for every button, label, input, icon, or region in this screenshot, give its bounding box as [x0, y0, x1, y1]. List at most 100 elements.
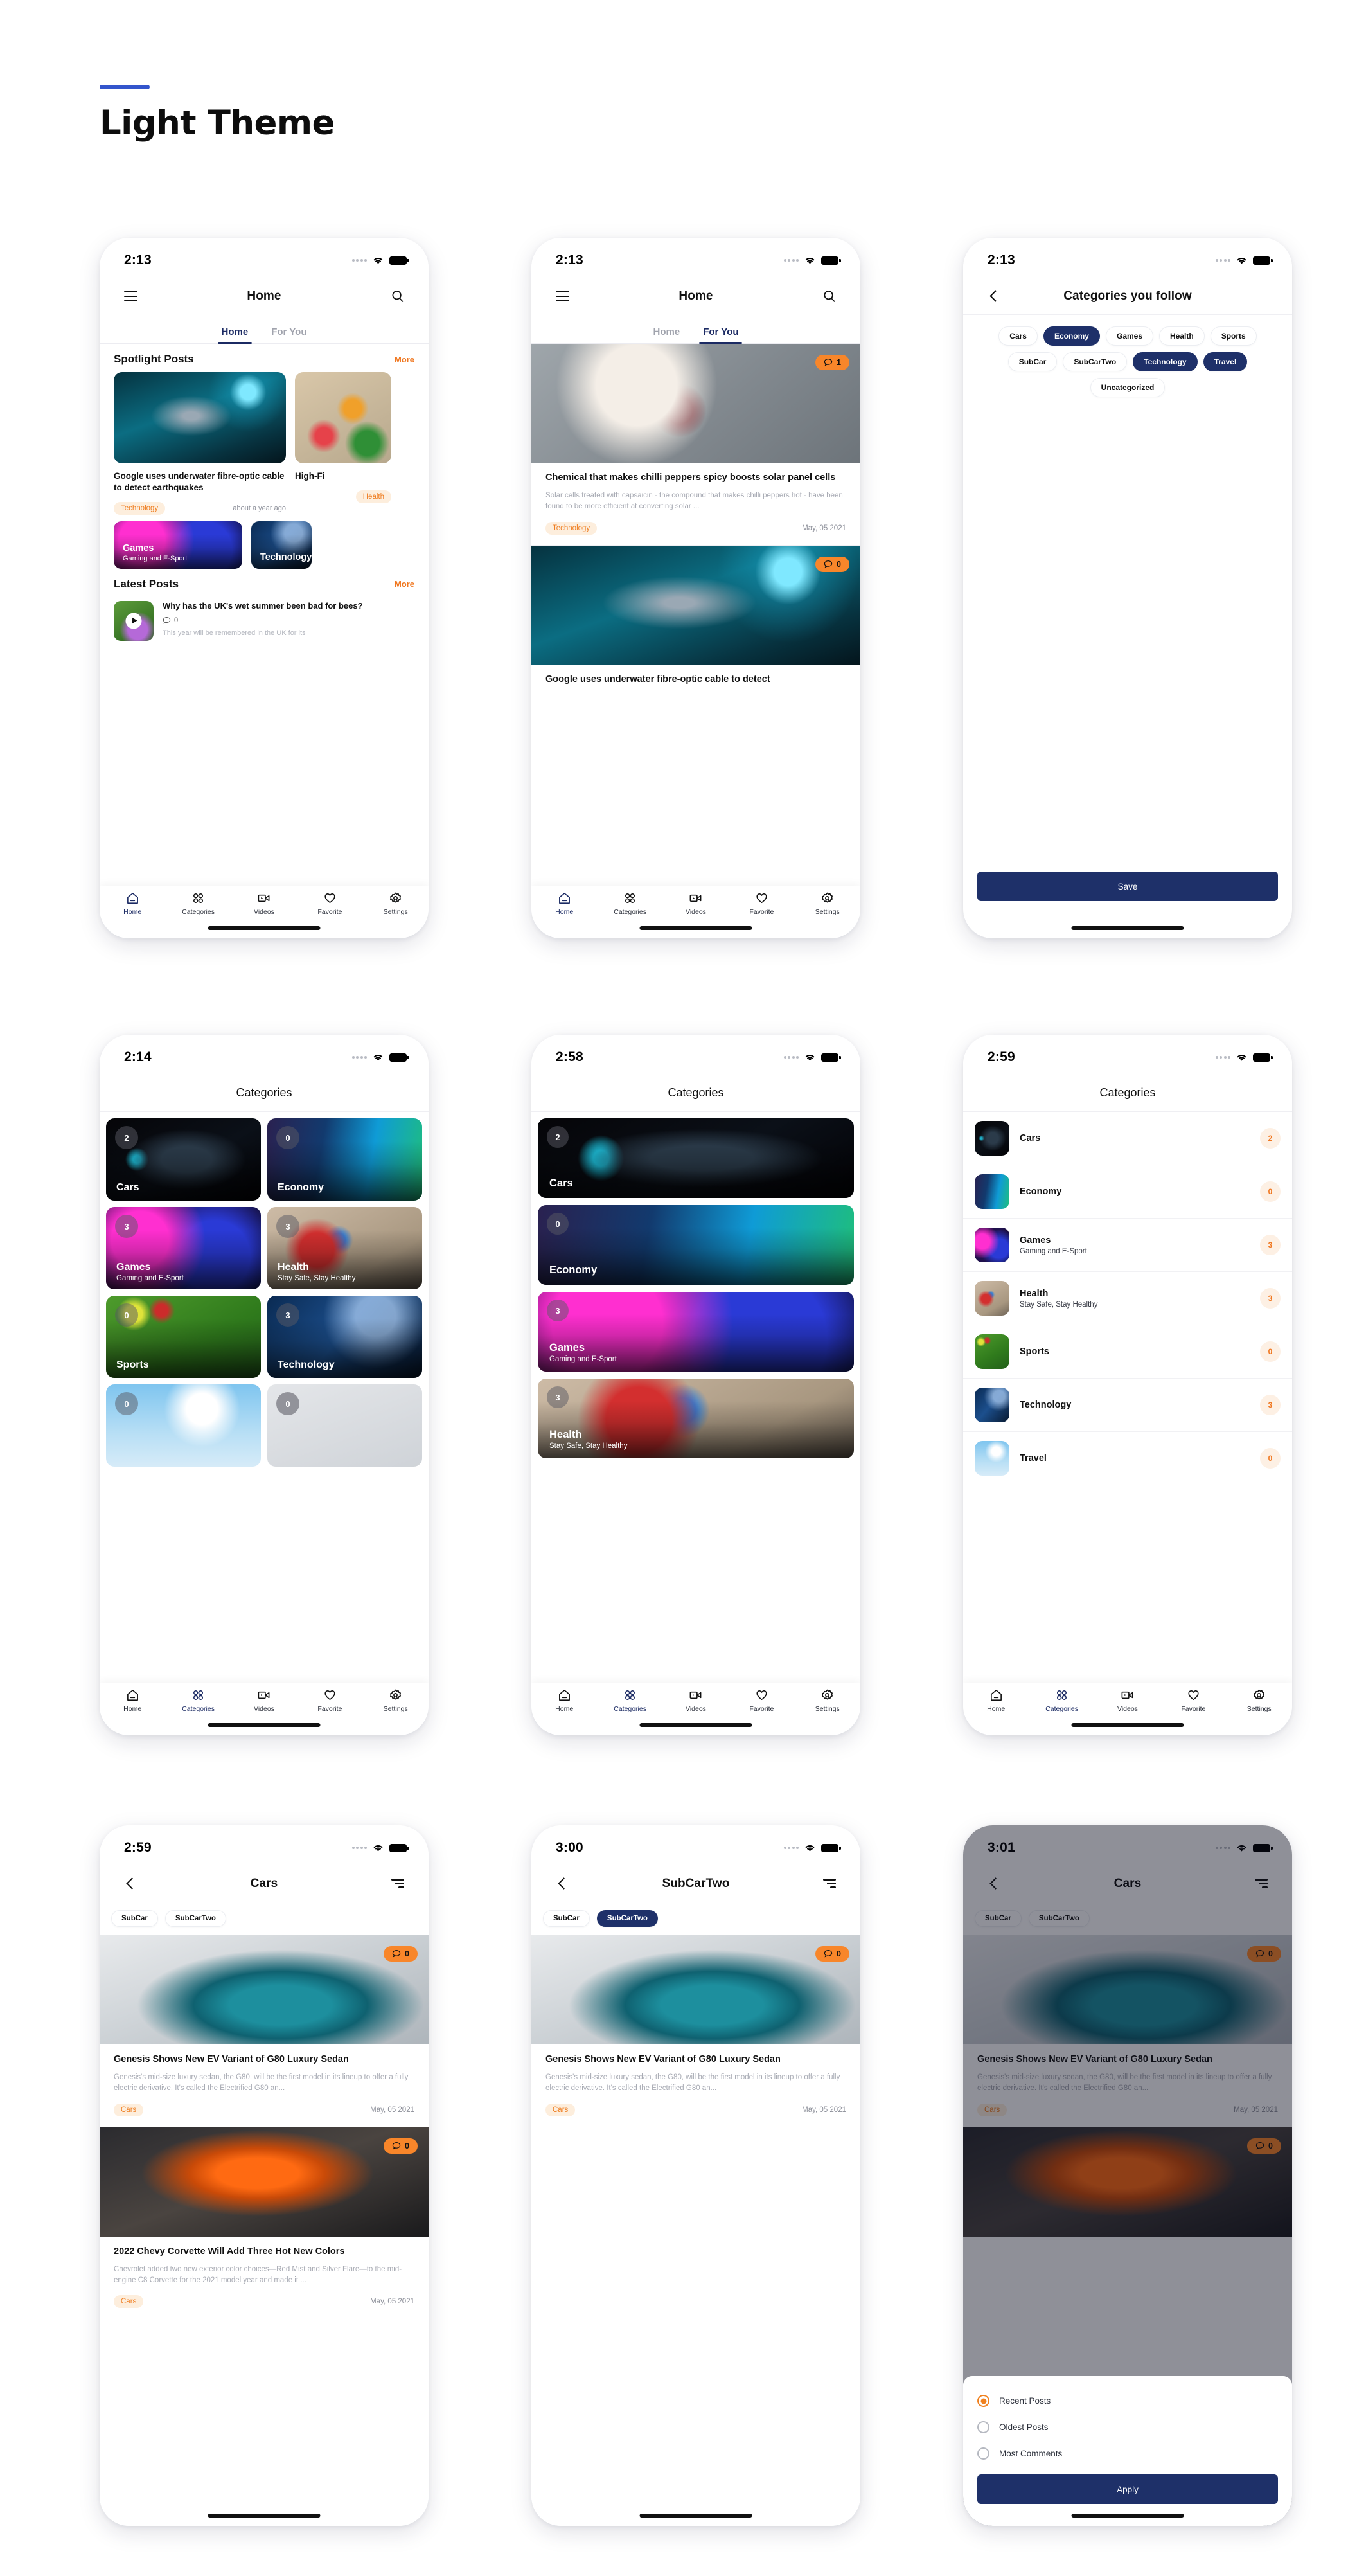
sort-option-oldest[interactable]: Oldest Posts	[977, 2414, 1278, 2440]
nav-settings[interactable]: Settings	[371, 1688, 420, 1713]
feed-post[interactable]: 1 Chemical that makes chilli peppers spi…	[531, 344, 860, 546]
feed-post[interactable]: 0 Google uses underwater fibre-optic cab…	[531, 545, 860, 690]
category-chip[interactable]: Cars	[114, 2295, 144, 2309]
back-button[interactable]	[982, 1872, 1006, 1895]
back-button[interactable]	[551, 1872, 574, 1895]
category-tile-games[interactable]: Games Gaming and E-Sport	[114, 521, 242, 569]
tab-for-you[interactable]: For You	[699, 326, 743, 344]
list-item[interactable]: Economy 0	[963, 1165, 1292, 1219]
nav-favorite[interactable]: Favorite	[305, 891, 354, 916]
feed-post[interactable]: 0 Genesis Shows New EV Variant of G80 Lu…	[531, 1935, 860, 2127]
menu-button[interactable]	[119, 285, 142, 308]
save-button[interactable]: Save	[977, 872, 1278, 901]
sort-button[interactable]	[1250, 1872, 1273, 1895]
spotlight-card[interactable]: Google uses underwater fibre-optic cable…	[114, 372, 286, 515]
nav-favorite[interactable]: Favorite	[737, 891, 786, 916]
list-item[interactable]: Games Gaming and E-Sport 3	[963, 1219, 1292, 1272]
nav-videos[interactable]: Videos	[671, 1688, 720, 1713]
category-card-sports[interactable]: 0 Sports	[106, 1296, 261, 1378]
category-card-games[interactable]: 3 Games Gaming and E-Sport	[106, 1207, 261, 1289]
follow-chip-games[interactable]: Games	[1105, 326, 1154, 346]
category-card-games[interactable]: 3 Games Gaming and E-Sport	[538, 1292, 854, 1372]
nav-categories[interactable]: Categories	[174, 891, 223, 916]
subtab-subcar[interactable]: SubCar	[975, 1910, 1022, 1927]
home-category-row[interactable]: Games Gaming and E-Sport Technology	[100, 515, 429, 569]
list-item[interactable]: Health Stay Safe, Stay Healthy 3	[963, 1272, 1292, 1325]
category-card-uncategorized[interactable]: 0	[267, 1384, 422, 1467]
nav-videos[interactable]: Videos	[1103, 1688, 1152, 1713]
category-chip[interactable]: Technology	[114, 501, 166, 515]
category-card-economy[interactable]: 0 Economy	[538, 1205, 854, 1285]
nav-categories[interactable]: Categories	[1038, 1688, 1086, 1713]
list-item[interactable]: Technology 3	[963, 1379, 1292, 1432]
tab-for-you[interactable]: For You	[271, 326, 306, 343]
follow-chip-cars[interactable]: Cars	[998, 326, 1038, 346]
list-item[interactable]: Sports 0	[963, 1325, 1292, 1379]
play-icon[interactable]	[125, 613, 142, 629]
nav-home[interactable]: Home	[540, 891, 589, 916]
apply-button[interactable]: Apply	[977, 2474, 1278, 2504]
nav-home[interactable]: Home	[971, 1688, 1020, 1713]
spotlight-card[interactable]: High-Fi Health	[295, 372, 391, 515]
nav-videos[interactable]: Videos	[671, 891, 720, 916]
nav-settings[interactable]: Settings	[371, 891, 420, 916]
category-card-economy[interactable]: 0 Economy	[267, 1118, 422, 1201]
category-card-travel[interactable]: 0	[106, 1384, 261, 1467]
nav-categories[interactable]: Categories	[606, 1688, 655, 1713]
nav-home[interactable]: Home	[540, 1688, 589, 1713]
follow-chip-travel[interactable]: Travel	[1203, 352, 1248, 371]
follow-chip-uncategorized[interactable]: Uncategorized	[1090, 378, 1166, 397]
spotlight-more-link[interactable]: More	[395, 355, 414, 364]
follow-chip-technology[interactable]: Technology	[1133, 352, 1198, 371]
nav-categories[interactable]: Categories	[174, 1688, 223, 1713]
sort-button[interactable]	[818, 1872, 841, 1895]
category-card-cars[interactable]: 2 Cars	[106, 1118, 261, 1201]
subtab-subcar[interactable]: SubCar	[543, 1910, 590, 1927]
category-chip[interactable]: Cars	[545, 2103, 576, 2116]
back-button[interactable]	[982, 285, 1006, 308]
follow-chip-subcartwo[interactable]: SubCarTwo	[1063, 352, 1128, 371]
search-button[interactable]	[386, 285, 409, 308]
category-card-health[interactable]: 3 Health Stay Safe, Stay Healthy	[267, 1207, 422, 1289]
category-card-technology[interactable]: 3 Technology	[267, 1296, 422, 1378]
subtab-subcartwo[interactable]: SubCarTwo	[164, 1910, 226, 1927]
list-item[interactable]: Travel 0	[963, 1432, 1292, 1485]
category-chip[interactable]: Health	[355, 490, 391, 503]
sort-option-recent[interactable]: Recent Posts	[977, 2388, 1278, 2414]
tab-home[interactable]: Home	[217, 326, 252, 344]
sort-option-most-comments[interactable]: Most Comments	[977, 2440, 1278, 2467]
menu-button[interactable]	[551, 285, 574, 308]
spotlight-carousel[interactable]: Google uses underwater fibre-optic cable…	[100, 372, 429, 515]
nav-videos[interactable]: Videos	[240, 1688, 288, 1713]
subtab-subcartwo[interactable]: SubCarTwo	[1028, 1910, 1090, 1927]
nav-favorite[interactable]: Favorite	[737, 1688, 786, 1713]
follow-chip-economy[interactable]: Economy	[1043, 326, 1100, 346]
nav-settings[interactable]: Settings	[1235, 1688, 1284, 1713]
feed-post[interactable]: 0 Genesis Shows New EV Variant of G80 Lu…	[100, 1935, 429, 2127]
follow-chip-subcar[interactable]: SubCar	[1007, 352, 1058, 371]
latest-more-link[interactable]: More	[395, 579, 414, 589]
nav-settings[interactable]: Settings	[803, 891, 852, 916]
back-button[interactable]	[119, 1872, 142, 1895]
nav-settings[interactable]: Settings	[803, 1688, 852, 1713]
follow-chip-health[interactable]: Health	[1159, 326, 1205, 346]
category-card-health[interactable]: 3 Health Stay Safe, Stay Healthy	[538, 1379, 854, 1458]
nav-favorite[interactable]: Favorite	[305, 1688, 354, 1713]
subtab-subcar[interactable]: SubCar	[111, 1910, 158, 1927]
nav-home[interactable]: Home	[108, 891, 157, 916]
nav-videos[interactable]: Videos	[240, 891, 288, 916]
category-tile-technology[interactable]: Technology	[251, 521, 312, 569]
category-chip[interactable]: Cars	[114, 2103, 144, 2116]
follow-chip-sports[interactable]: Sports	[1210, 326, 1257, 346]
list-item[interactable]: Cars 2	[963, 1112, 1292, 1165]
category-chip[interactable]: Technology	[545, 521, 598, 535]
category-card-cars[interactable]: 2 Cars	[538, 1118, 854, 1198]
search-button[interactable]	[818, 285, 841, 308]
nav-favorite[interactable]: Favorite	[1169, 1688, 1218, 1713]
nav-categories[interactable]: Categories	[606, 891, 655, 916]
sort-button[interactable]	[386, 1872, 409, 1895]
nav-home[interactable]: Home	[108, 1688, 157, 1713]
latest-post-item[interactable]: Why has the UK's wet summer been bad for…	[100, 597, 429, 641]
subtab-subcartwo[interactable]: SubCarTwo	[596, 1910, 658, 1927]
feed-post[interactable]: 0 2022 Chevy Corvette Will Add Three Hot…	[100, 2127, 429, 2319]
